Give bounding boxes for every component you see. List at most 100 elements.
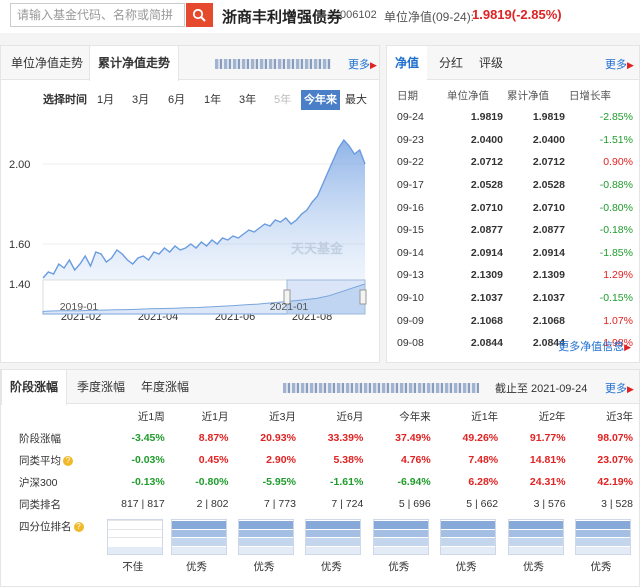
quartile-bar — [305, 519, 362, 555]
nav-chart[interactable]: 2.001.601.402021-02 2021-04 2021-06 2021-08… — [1, 114, 379, 336]
quartile-segment — [441, 520, 496, 529]
quartile-text: 优秀 — [388, 561, 410, 573]
perf-row: 阶段涨幅 -3.45% 8.87% 20.93% 33.39% 37.49% 49.26% 9… — [1, 427, 640, 449]
range-max[interactable]: 最大 — [345, 90, 367, 110]
nav-acc-value: 2.1068 — [532, 314, 565, 327]
rank-value: 5 | 696 — [398, 498, 431, 510]
nav-table-row: 09-10 2.1037 2.1037 -0.15% — [397, 287, 633, 310]
range-5y: 5年 — [274, 94, 292, 106]
tab-nav[interactable]: 净值 — [387, 46, 428, 81]
nav-table-row: 09-16 2.0710 2.0710 -0.80% — [397, 196, 633, 219]
quartile-bar — [170, 519, 227, 555]
col-date: 日期 — [397, 89, 418, 102]
perf-value: 91.77% — [529, 432, 566, 444]
range-1y[interactable]: 1年 — [204, 90, 221, 110]
chart-tabbar: 单位净值走势 累计净值走势 更多▶ — [1, 46, 379, 81]
perf-value: 7.48% — [468, 454, 499, 466]
range-label: 选择时间 — [43, 94, 87, 106]
perf-value: -1.61% — [330, 476, 364, 488]
more-nav-info-link[interactable]: 更多净值信息▶ — [558, 338, 631, 354]
nav-date: 09-16 — [397, 201, 424, 214]
nav-daily-rate: -1.85% — [599, 246, 633, 259]
perf-value: -0.13% — [131, 476, 165, 488]
tab-acc-nav-trend[interactable]: 累计净值走势 — [89, 46, 180, 81]
nav-unit-value: 2.1309 — [470, 269, 503, 282]
perf-row-label: 同类平均? — [1, 449, 93, 471]
period-header: 近1年 — [471, 410, 499, 423]
period-header: 近3月 — [269, 410, 296, 423]
period-header: 近6月 — [336, 410, 364, 423]
quartile-segment — [107, 528, 162, 537]
tab-quarter-return[interactable]: 季度涨幅 — [69, 370, 133, 404]
quartile-bar — [372, 519, 429, 555]
fund-name: 浙商丰利增强债券 — [222, 9, 343, 26]
col-unit-nav: 单位净值 — [447, 89, 489, 102]
nav-more-link[interactable]: 更多▶ — [605, 56, 634, 72]
range-3y[interactable]: 3年 — [239, 90, 256, 110]
perf-value: 5.38% — [333, 454, 364, 466]
search-input[interactable]: 请输入基金代码、名称或简拼 — [10, 3, 185, 27]
quartile-segment — [441, 528, 496, 537]
quartile-bar — [575, 519, 631, 555]
nav-table-row: 09-24 1.9819 1.9819 -2.85% — [397, 106, 633, 129]
quartile-segment — [171, 537, 226, 546]
range-ytd[interactable]: 今年来 — [301, 90, 340, 110]
perf-value: 4.76% — [400, 454, 431, 466]
nav-acc-value: 2.0914 — [532, 246, 565, 259]
perf-more-link[interactable]: 更多▶ — [605, 380, 634, 396]
range-6m[interactable]: 6月 — [168, 90, 185, 110]
tab-unit-nav-trend[interactable]: 单位净值走势 — [3, 46, 91, 80]
tab-year-return[interactable]: 年度涨幅 — [133, 370, 197, 404]
performance-table: 近1周 近1月 近3月 近6月 今年来 近1年 近2年 近3年 阶段涨幅 -3.45% 8.87%… — [1, 405, 640, 574]
quartile-text: 优秀 — [455, 561, 477, 573]
chart-more-link[interactable]: 更多▶ — [348, 56, 377, 72]
nav-unit-value: 2.0710 — [470, 201, 503, 214]
blurred-text — [215, 59, 331, 69]
rank-value: 5 | 662 — [466, 498, 499, 510]
quartile-segment — [238, 528, 293, 537]
quartile-segment — [306, 545, 361, 554]
quartile-cell: 优秀 — [371, 515, 438, 573]
quartile-bar — [440, 519, 497, 555]
rank-value: 7 | 773 — [264, 498, 296, 510]
nav-daily-rate: -2.85% — [599, 111, 633, 124]
quartile-text: 优秀 — [590, 561, 612, 573]
nav-date: 09-24 — [397, 111, 424, 124]
nav-unit-value: 2.1068 — [470, 314, 503, 327]
nav-label: 单位净值(09-24): — [384, 10, 475, 24]
perf-value: -0.03% — [131, 454, 165, 466]
nav-table-header: 日期 单位净值 累计净值 日增长率 — [397, 84, 633, 106]
quartile-segment — [373, 528, 428, 537]
quartile-text: 优秀 — [186, 561, 208, 573]
nav-table-row: 09-22 2.0712 2.0712 0.90% — [397, 151, 633, 174]
range-1m[interactable]: 1月 — [97, 90, 114, 110]
tab-rating[interactable]: 评级 — [471, 46, 511, 80]
perf-value: 0.45% — [198, 454, 229, 466]
tab-dividend[interactable]: 分红 — [431, 46, 471, 80]
y-tick-label: 1.60 — [9, 239, 30, 251]
perf-value: 37.49% — [395, 432, 431, 444]
navigator-handle[interactable] — [359, 289, 367, 305]
search-button[interactable] — [186, 3, 213, 27]
perf-value: 6.28% — [468, 476, 499, 488]
nav-table-row: 09-14 2.0914 2.0914 -1.85% — [397, 242, 633, 265]
quartile-row: 四分位排名? 不佳 优秀 优秀 优秀 优秀 优秀 优秀 优秀 — [1, 515, 640, 573]
range-3m[interactable]: 3月 — [132, 90, 149, 110]
quartile-segment — [238, 545, 293, 554]
perf-value: -0.80% — [195, 476, 229, 488]
as-of-date: 截止至 2021-09-24 — [495, 383, 588, 395]
range-selector: 选择时间 1月 3月 6月 1年 3年 5年 今年来 最大 — [1, 90, 381, 110]
nav-acc-value: 2.0528 — [532, 179, 565, 192]
tab-stage-return[interactable]: 阶段涨幅 — [1, 370, 68, 405]
fund-code: 006102 — [340, 9, 377, 21]
period-header: 近1月 — [201, 410, 229, 423]
nav-unit-value: 2.0844 — [470, 337, 503, 350]
info-icon[interactable]: ? — [63, 455, 73, 466]
info-icon[interactable]: ? — [73, 521, 84, 532]
nav-date: 09-15 — [397, 224, 424, 237]
nav-table-row: 09-23 2.0400 2.0400 -1.51% — [397, 129, 633, 152]
quartile-segment — [508, 520, 563, 529]
perf-value: 33.39% — [327, 432, 364, 444]
nav-daily-rate: 0.90% — [603, 156, 633, 169]
quartile-segment — [306, 520, 361, 529]
